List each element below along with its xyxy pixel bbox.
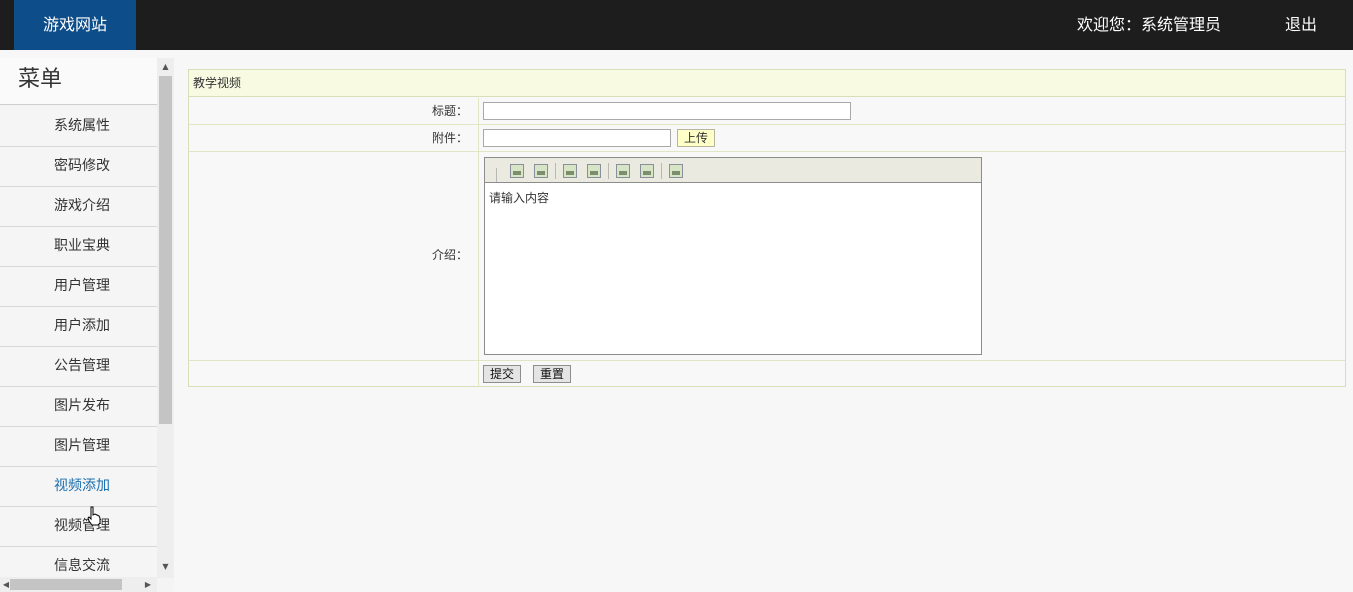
insert-image-icon[interactable] [510, 164, 524, 178]
insert-file-icon[interactable] [669, 164, 683, 178]
sidebar-vertical-scrollbar[interactable]: ▲ ▼ [157, 58, 174, 578]
sidebar-item-game-intro[interactable]: 游戏介绍 [0, 187, 157, 227]
sidebar-item-image-management[interactable]: 图片管理 [0, 427, 157, 467]
title-label: 标题： [189, 98, 479, 124]
sidebar-item-image-publish[interactable]: 图片发布 [0, 387, 157, 427]
sidebar-item-class-guide[interactable]: 职业宝典 [0, 227, 157, 267]
toolbar-separator [661, 163, 662, 179]
scroll-right-icon[interactable]: ▶ [142, 577, 154, 592]
scroll-down-icon[interactable]: ▼ [157, 560, 174, 574]
sidebar-item-user-add[interactable]: 用户添加 [0, 307, 157, 347]
attachment-input[interactable] [483, 129, 671, 147]
hand-cursor-icon [87, 506, 101, 526]
editor-content[interactable]: 请输入内容 [485, 183, 981, 353]
reset-button[interactable]: 重置 [533, 365, 571, 383]
top-bar: 游戏网站 欢迎您：系统管理员 退出 [0, 0, 1353, 50]
intro-row: 介绍： 请输入内容 [189, 152, 1345, 361]
panel-title: 教学视频 [189, 70, 1345, 97]
insert-media-icon[interactable] [616, 164, 630, 178]
actions-row: 提交 重置 [189, 361, 1345, 387]
insert-table-icon[interactable] [563, 164, 577, 178]
site-brand[interactable]: 游戏网站 [14, 0, 136, 50]
attachment-row: 附件： 上传 [189, 125, 1345, 152]
sidebar-item-notice-management[interactable]: 公告管理 [0, 347, 157, 387]
sidebar-item-password-change[interactable]: 密码修改 [0, 147, 157, 187]
editor-toolbar [485, 158, 981, 183]
sidebar-item-video-add[interactable]: 视频添加 [0, 467, 157, 507]
sidebar-item-user-management[interactable]: 用户管理 [0, 267, 157, 307]
attachment-label: 附件： [189, 125, 479, 151]
sidebar-horizontal-scrollbar[interactable]: ◀ ▶ [0, 577, 157, 592]
title-input[interactable] [483, 102, 851, 120]
submit-button[interactable]: 提交 [483, 365, 521, 383]
logout-link[interactable]: 退出 [1285, 0, 1317, 50]
toolbar-grip [496, 168, 497, 182]
video-form-panel: 教学视频 标题： 附件： 上传 介绍： 请输入内容 提交 重置 [188, 69, 1346, 387]
welcome-text: 欢迎您：系统管理员 [1077, 15, 1222, 34]
toolbar-separator [608, 163, 609, 179]
title-row: 标题： [189, 98, 1345, 125]
insert-image-icon[interactable] [534, 164, 548, 178]
scroll-up-icon[interactable]: ▲ [157, 60, 174, 74]
menu-list: 系统属性 密码修改 游戏介绍 职业宝典 用户管理 用户添加 公告管理 图片发布 … [0, 107, 157, 587]
upload-button[interactable]: 上传 [677, 129, 715, 147]
scrollbar-thumb[interactable] [10, 579, 122, 590]
toolbar-separator [555, 163, 556, 179]
menu-title: 菜单 [0, 58, 157, 105]
scrollbar-thumb[interactable] [159, 76, 172, 424]
sidebar-item-system-properties[interactable]: 系统属性 [0, 107, 157, 147]
insert-table-icon[interactable] [587, 164, 601, 178]
insert-media-icon[interactable] [640, 164, 654, 178]
sidebar-item-video-management[interactable]: 视频管理 [0, 507, 157, 547]
actions-label-cell [189, 361, 479, 387]
intro-label: 介绍： [189, 152, 479, 360]
rich-text-editor[interactable]: 请输入内容 [484, 157, 982, 355]
